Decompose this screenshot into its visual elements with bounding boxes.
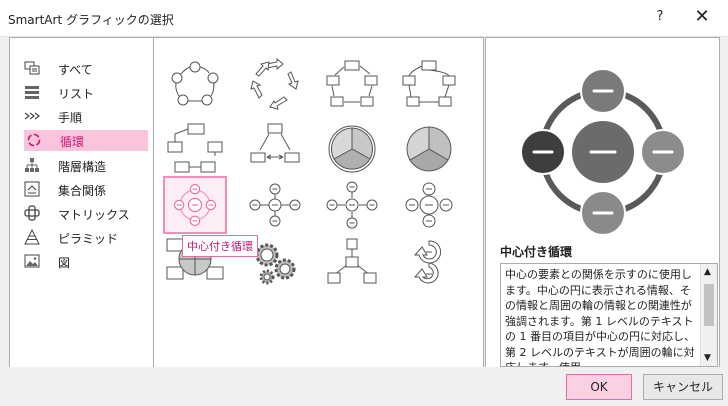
layout-multidirectional-cycle[interactable]: [243, 120, 307, 178]
picture-icon: [24, 254, 40, 268]
layout-diverging-radial[interactable]: [320, 176, 384, 234]
layout-tooltip: 中心付き循環: [182, 235, 258, 257]
preview-title: 中心付き循環: [500, 245, 573, 259]
list-icon: [25, 86, 39, 99]
scroll-down-icon[interactable]: ▼: [704, 353, 711, 363]
close-button[interactable]: ✕: [690, 6, 714, 30]
all-icon: [24, 61, 40, 75]
matrix-icon: [24, 205, 40, 221]
category-cycle[interactable]: 循環: [24, 130, 148, 151]
category-label: リスト: [58, 87, 95, 101]
category-label: 階層構造: [58, 160, 107, 174]
description-scrollbar[interactable]: ▲ ▼: [700, 264, 717, 366]
category-process[interactable]: 手順: [22, 106, 149, 127]
category-label: 手順: [58, 111, 83, 125]
category-all[interactable]: すべて: [22, 58, 149, 79]
category-label: マトリックス: [58, 208, 130, 222]
layout-text-cycle[interactable]: [243, 56, 307, 114]
category-relationship[interactable]: 集合関係: [22, 179, 149, 200]
ok-button[interactable]: OK: [566, 374, 632, 400]
hierarchy-icon: [25, 158, 39, 172]
layout-radial-venn[interactable]: [397, 176, 461, 234]
help-button[interactable]: ?: [650, 9, 670, 29]
process-icon: [24, 112, 40, 120]
relationship-icon: [24, 181, 40, 197]
category-label: 集合関係: [58, 184, 107, 198]
category-label: ピラミッド: [58, 232, 119, 246]
layout-gallery: [153, 37, 484, 368]
title-bar: SmartArt グラフィックの選択 ? ✕: [0, 0, 728, 37]
layout-radial-cluster[interactable]: [320, 233, 384, 291]
category-picture[interactable]: 図: [22, 251, 149, 272]
category-hierarchy[interactable]: 階層構造: [22, 155, 149, 176]
scroll-up-icon[interactable]: ▲: [704, 267, 711, 277]
cancel-button[interactable]: キャンセル: [643, 374, 723, 400]
category-list[interactable]: リスト: [22, 82, 149, 103]
layout-segmented-cycle[interactable]: [320, 120, 384, 178]
category-label: 図: [58, 256, 71, 270]
layout-circle-arrow-process[interactable]: [397, 233, 461, 291]
preview-image: [520, 68, 686, 236]
scroll-thumb[interactable]: [704, 284, 714, 326]
dialog-title: SmartArt グラフィックの選択: [8, 13, 174, 27]
category-panel: すべて リスト 手順 循環 階層構造 集合関係 マトリックス ピラミッド 図: [9, 37, 154, 368]
layout-basic-radial[interactable]: [243, 176, 307, 234]
layout-basic-cycle[interactable]: [163, 56, 227, 114]
layout-pie[interactable]: [397, 120, 461, 178]
layout-block-cycle[interactable]: [320, 56, 384, 114]
category-matrix[interactable]: マトリックス: [22, 203, 149, 224]
category-label: 循環: [60, 135, 85, 149]
description-box[interactable]: 中心の要素との関係を示すのに使用します。中心の円に表示される情報、その情報と周囲…: [500, 263, 718, 367]
description-text: 中心の要素との関係を示すのに使用します。中心の円に表示される情報、その情報と周囲…: [505, 268, 695, 366]
cycle-icon: [27, 133, 41, 147]
category-pyramid[interactable]: ピラミッド: [22, 227, 149, 248]
layout-nondirectional-cycle[interactable]: [397, 56, 461, 114]
layout-continuous-cycle[interactable]: [163, 120, 227, 178]
pyramid-icon: [24, 229, 40, 245]
layout-radial-cycle[interactable]: [163, 176, 227, 234]
category-label: すべて: [58, 63, 93, 77]
